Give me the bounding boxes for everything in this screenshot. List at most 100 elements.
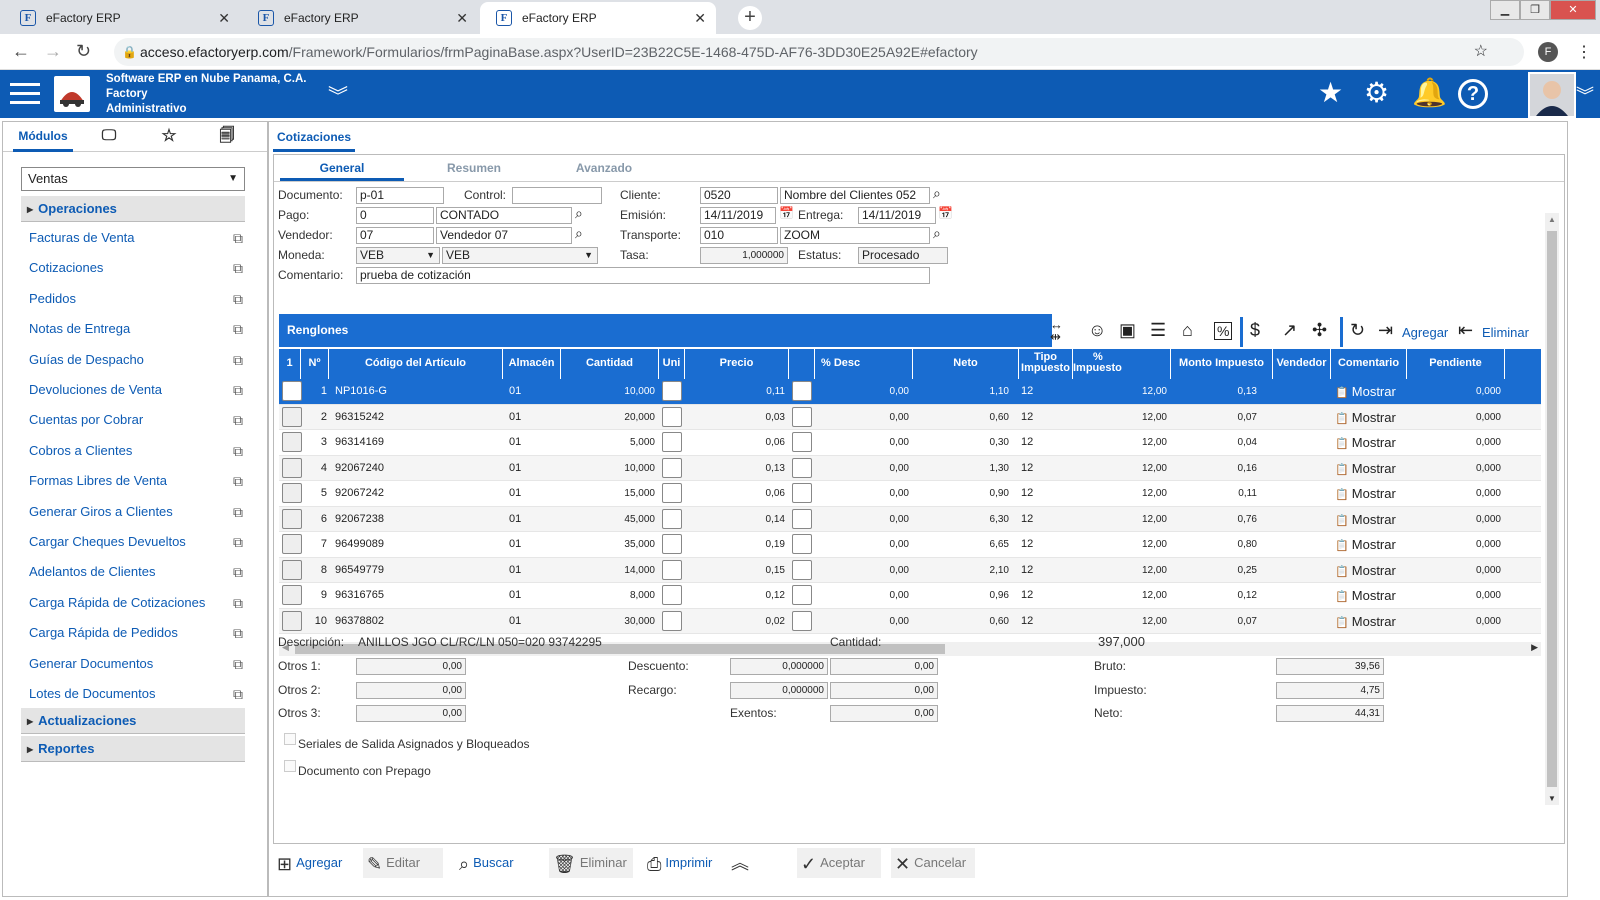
external-link-icon[interactable]: ⧉ — [233, 284, 243, 314]
agregar-renglon-button[interactable]: Agregar — [1402, 325, 1448, 340]
list-icon[interactable]: ☰ — [1150, 320, 1166, 341]
col-almacen[interactable]: Almacén — [503, 349, 561, 379]
col-desc[interactable]: % Desc — [815, 349, 913, 379]
external-link-icon[interactable]: ⧉ — [233, 527, 243, 557]
scroll-right-icon[interactable]: ▶ — [1531, 642, 1538, 653]
puzzle-icon[interactable]: ✣ — [1312, 320, 1327, 341]
profile-icon[interactable]: F — [1538, 42, 1558, 62]
descuento-pct-field[interactable]: 0,000000 — [730, 658, 828, 675]
external-link-icon[interactable]: ⧉ — [233, 557, 243, 587]
cell-flag-button[interactable] — [792, 457, 812, 478]
eliminar-renglon-button[interactable]: Eliminar — [1482, 325, 1529, 340]
back-arrow-icon[interactable]: ← — [12, 41, 30, 62]
cell-flag-button[interactable] — [792, 559, 812, 580]
col-vendedor[interactable]: Vendedor — [1273, 349, 1331, 379]
moneda-name-select[interactable]: VEB ▼ — [442, 247, 598, 264]
notifications-bell-icon[interactable]: 🔔 — [1412, 77, 1447, 109]
row-select-checkbox[interactable] — [282, 508, 302, 529]
external-link-icon[interactable]: ⧉ — [233, 588, 243, 618]
table-row[interactable]: 5 92067242 01 15,000 0,06 0,00 0,90 12 12,00 0,11… — [279, 481, 1541, 507]
cell-comentario[interactable]: 📋 Mostrar — [1335, 430, 1405, 455]
otros2-field[interactable]: 0,00 — [356, 682, 466, 699]
sidebar-item[interactable]: Cobros a Clientes ⧉ — [29, 436, 245, 466]
row-select-checkbox[interactable] — [282, 534, 302, 554]
col-pct-impuesto[interactable]: % Impuesto — [1073, 349, 1171, 379]
table-row[interactable]: 10 96378802 01 30,000 0,02 0,00 0,60 12 12,00 0,0… — [279, 608, 1541, 634]
calendar-icon[interactable]: 📅 — [938, 206, 953, 220]
close-tab-icon[interactable]: ✕ — [456, 10, 468, 27]
sidebar-item[interactable]: Adelantos de Clientes ⧉ — [29, 557, 245, 587]
col-num[interactable]: Nº — [301, 349, 329, 379]
sidebar-item[interactable]: Facturas de Venta ⧉ — [29, 223, 245, 253]
cell-uni-button[interactable] — [662, 559, 682, 580]
user-circle-icon[interactable]: ☺ — [1088, 320, 1106, 341]
table-row[interactable]: 4 92067240 01 10,000 0,13 0,00 1,30 12 12,00 0,16… — [279, 455, 1541, 481]
warehouse-icon[interactable]: ⌂ — [1182, 320, 1193, 341]
external-link-icon[interactable]: ⧉ — [233, 405, 243, 435]
row-select-checkbox[interactable] — [282, 559, 302, 580]
cell-comentario[interactable]: 📋 Mostrar — [1335, 379, 1405, 404]
search-icon[interactable]: ⌕ — [575, 225, 583, 242]
help-icon[interactable]: ? — [1458, 79, 1488, 109]
cell-uni-button[interactable] — [662, 432, 682, 452]
cell-uni-button[interactable] — [662, 508, 682, 529]
reload-icon[interactable]: ↻ — [76, 41, 91, 62]
table-row[interactable]: 1 NP1016-G 01 10,000 0,11 0,00 1,10 12 12,00 0,13… — [279, 379, 1541, 405]
group-reportes[interactable]: ▶ Reportes — [21, 736, 245, 762]
cell-comentario[interactable]: 📋 Mostrar — [1335, 405, 1405, 430]
external-link-icon[interactable]: ↗ — [1282, 320, 1297, 341]
search-icon[interactable]: ⌕ — [933, 225, 941, 242]
row-select-checkbox[interactable] — [282, 483, 302, 503]
sidebar-item[interactable]: Lotes de Documentos ⧉ — [29, 679, 245, 709]
image-icon[interactable]: ▣ — [1119, 320, 1136, 341]
cell-uni-button[interactable] — [662, 610, 682, 631]
percent-icon[interactable]: % — [1214, 322, 1233, 340]
cell-flag-button[interactable] — [792, 483, 812, 503]
new-tab-button[interactable]: + — [738, 6, 762, 30]
cell-uni-button[interactable] — [662, 534, 682, 554]
cell-comentario[interactable]: 📋 Mostrar — [1335, 481, 1405, 506]
avatar[interactable] — [1528, 72, 1576, 118]
row-select-checkbox[interactable] — [282, 406, 302, 427]
recargo-field[interactable]: 0,00 — [830, 682, 938, 699]
module-select[interactable]: Ventas ▼ — [21, 167, 245, 191]
editar-button[interactable]: ✎ Editar — [363, 848, 443, 878]
buscar-button[interactable]: ⌕ Buscar — [455, 848, 535, 878]
pago-code-field[interactable]: 0 — [356, 207, 434, 224]
comentario-field[interactable]: prueba de cotización — [356, 267, 930, 284]
table-row[interactable]: 8 96549779 01 14,000 0,15 0,00 2,10 12 12,00 0,25… — [279, 557, 1541, 583]
eliminar-button[interactable]: 🗑 Eliminar — [549, 848, 633, 878]
cell-comentario[interactable]: 📋 Mostrar — [1335, 609, 1405, 634]
external-link-icon[interactable]: ⧉ — [233, 497, 243, 527]
cancelar-button[interactable]: ✕ Cancelar — [891, 848, 975, 878]
control-field[interactable] — [512, 187, 602, 204]
transporte-code-field[interactable]: 010 — [700, 227, 778, 244]
col-monto-impuesto[interactable]: Monto Impuesto — [1171, 349, 1273, 379]
vertical-scrollbar[interactable]: ▲ ▼ — [1545, 213, 1559, 805]
sidebar-item[interactable]: Cotizaciones ⧉ — [29, 253, 245, 283]
group-operaciones[interactable]: ▶ Operaciones — [21, 196, 245, 222]
cell-flag-button[interactable] — [792, 381, 812, 401]
cell-flag-button[interactable] — [792, 508, 812, 529]
external-link-icon[interactable]: ⧉ — [233, 375, 243, 405]
scrollbar-thumb[interactable] — [1547, 231, 1557, 787]
subtab-avanzado[interactable]: Avanzado — [544, 159, 664, 181]
browser-tab-3[interactable]: F eFactory ERP ✕ — [480, 2, 716, 34]
external-link-icon[interactable]: ⧉ — [233, 466, 243, 496]
subtab-general[interactable]: General — [280, 159, 404, 181]
search-icon[interactable]: ⌕ — [933, 185, 941, 202]
tab-modulos[interactable]: Módulos — [13, 122, 73, 152]
sidebar-item[interactable]: Generar Giros a Clientes ⧉ — [29, 497, 245, 527]
seriales-checkbox[interactable] — [284, 733, 296, 745]
star-icon[interactable]: ☆ — [149, 122, 189, 152]
cell-flag-button[interactable] — [792, 432, 812, 452]
row-select-checkbox[interactable] — [282, 610, 302, 631]
calendar-icon[interactable]: 📅 — [779, 206, 794, 220]
settings-gear-icon[interactable]: ⚙ — [1364, 77, 1389, 109]
sidebar-item[interactable]: Guías de Despacho ⧉ — [29, 345, 245, 375]
minimize-button[interactable]: ▁ — [1490, 0, 1520, 20]
external-link-icon[interactable]: ⧉ — [233, 679, 243, 709]
chevron-down-icon[interactable]: ︾ — [328, 80, 348, 109]
row-select-checkbox[interactable] — [282, 381, 302, 401]
external-link-icon[interactable]: ⧉ — [233, 253, 243, 283]
